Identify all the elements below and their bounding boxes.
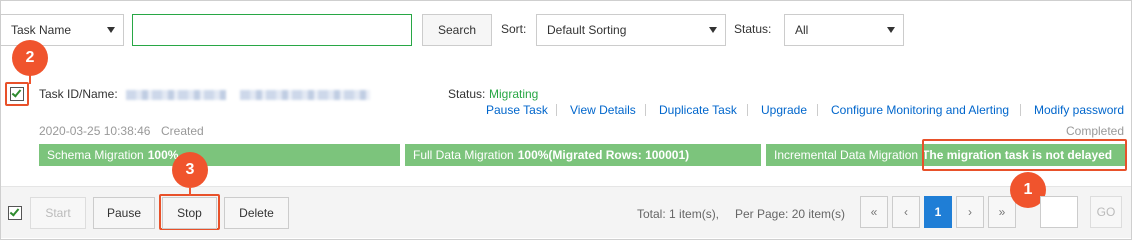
- stage-full-data-migration-name: Full Data Migration: [413, 148, 514, 162]
- action-divider: [747, 104, 748, 116]
- pause-button[interactable]: Pause: [93, 197, 155, 229]
- status-select[interactable]: All: [784, 14, 904, 46]
- current-page-number: 1: [934, 205, 942, 219]
- task-status-label: Status:: [448, 87, 486, 101]
- last-page-icon: »: [998, 205, 1006, 219]
- first-page-icon: «: [870, 205, 878, 219]
- go-button-label: GO: [1096, 205, 1116, 219]
- callout-badge-3-number: 3: [185, 161, 195, 178]
- configure-monitoring-link[interactable]: Configure Monitoring and Alerting: [831, 103, 1009, 117]
- pause-task-link[interactable]: Pause Task: [486, 103, 548, 117]
- first-page-button[interactable]: «: [860, 196, 888, 228]
- page-number-input[interactable]: [1040, 196, 1078, 228]
- callout-badge-1-number: 1: [1023, 181, 1033, 198]
- search-button[interactable]: Search: [422, 14, 492, 46]
- completed-label: Completed: [1066, 124, 1125, 138]
- status-filter-label: Status:: [734, 22, 772, 36]
- action-divider: [556, 104, 557, 116]
- task-id-label: Task ID/Name:: [39, 87, 118, 101]
- task-status-value: Migrating: [489, 87, 539, 101]
- delete-button[interactable]: Delete: [224, 197, 289, 229]
- sort-select[interactable]: Default Sorting: [536, 14, 726, 46]
- stage-full-data-migration-detail: 100%(Migrated Rows: 100001): [517, 148, 690, 162]
- chevron-down-icon: [709, 27, 717, 33]
- stage-schema-migration: Schema Migration 100%: [39, 144, 400, 166]
- pause-button-label: Pause: [106, 206, 142, 220]
- created-time: 2020-03-25 10:38:46: [39, 124, 151, 138]
- field-select-value: Task Name: [11, 23, 72, 37]
- task-name-redacted: [240, 90, 370, 100]
- created-label: Created: [161, 124, 204, 138]
- stage-full-data-migration: Full Data Migration 100%(Migrated Rows: …: [405, 144, 761, 166]
- select-all-checkbox[interactable]: [8, 206, 22, 220]
- per-page-count: Per Page: 20 item(s): [735, 207, 846, 221]
- stage-incremental-migration-name: Incremental Data Migration: [774, 148, 919, 162]
- search-input[interactable]: [132, 14, 412, 46]
- page-1-button[interactable]: 1: [924, 196, 952, 228]
- sort-select-value: Default Sorting: [547, 23, 627, 37]
- stop-button[interactable]: Stop: [162, 197, 217, 229]
- action-divider: [1020, 104, 1021, 116]
- checkmark-icon: [11, 87, 22, 98]
- task-id-redacted: [126, 90, 226, 100]
- sort-label: Sort:: [501, 22, 527, 36]
- task-row-checkbox[interactable]: [10, 87, 24, 101]
- delete-button-label: Delete: [239, 206, 274, 220]
- upgrade-link[interactable]: Upgrade: [761, 103, 807, 117]
- last-page-button[interactable]: »: [988, 196, 1016, 228]
- modify-password-link[interactable]: Modify password: [1034, 103, 1124, 117]
- start-button[interactable]: Start: [30, 197, 86, 229]
- chevron-down-icon: [887, 27, 895, 33]
- action-divider: [817, 104, 818, 116]
- stop-button-label: Stop: [177, 206, 202, 220]
- callout-stem-3: [189, 188, 191, 196]
- checkmark-icon: [9, 206, 20, 217]
- field-select[interactable]: Task Name: [0, 14, 124, 46]
- search-button-label: Search: [437, 23, 477, 37]
- total-count: Total: 1 item(s),: [637, 207, 720, 221]
- next-page-button[interactable]: ›: [956, 196, 984, 228]
- duplicate-task-link[interactable]: Duplicate Task: [659, 103, 737, 117]
- callout-highlight-1: [922, 139, 1127, 171]
- callout-badge-2: 2: [12, 40, 48, 76]
- chevron-down-icon: [107, 27, 115, 33]
- chevron-right-icon: ›: [968, 205, 972, 219]
- callout-badge-2-number: 2: [25, 49, 35, 66]
- start-button-label: Start: [45, 206, 71, 220]
- callout-badge-3: 3: [172, 152, 208, 188]
- stage-schema-migration-name: Schema Migration: [47, 148, 144, 162]
- chevron-left-icon: ‹: [904, 205, 908, 219]
- prev-page-button[interactable]: ‹: [892, 196, 920, 228]
- view-details-link[interactable]: View Details: [570, 103, 636, 117]
- status-select-value: All: [795, 23, 809, 37]
- go-button[interactable]: GO: [1090, 196, 1122, 228]
- action-divider: [645, 104, 646, 116]
